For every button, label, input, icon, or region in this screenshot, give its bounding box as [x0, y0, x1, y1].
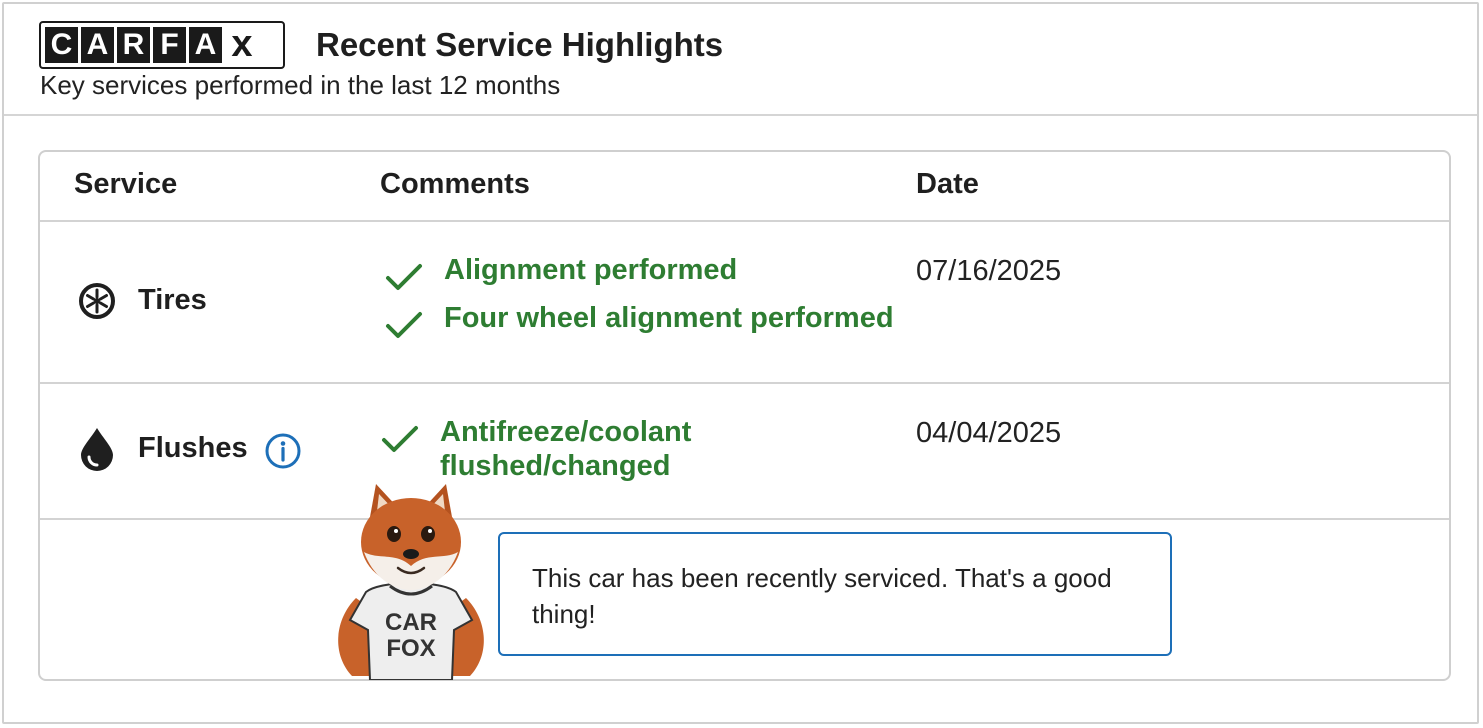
logo-letter: F: [153, 27, 186, 63]
logo-letter: R: [117, 27, 150, 63]
page-subtitle: Key services performed in the last 12 mo…: [40, 70, 561, 100]
tire-icon: [79, 283, 115, 319]
row-divider: [40, 382, 1449, 384]
column-header-comments: Comments: [380, 168, 530, 200]
check-icon: [382, 426, 418, 452]
service-date: 07/16/2025: [916, 255, 1062, 287]
logo-letter: C: [45, 27, 78, 63]
service-comment: Four wheel alignment performed: [444, 302, 894, 334]
info-icon[interactable]: [264, 432, 302, 470]
service-comment: Antifreeze/coolant flushed/changed: [440, 416, 692, 482]
service-comment: Alignment performed: [444, 254, 738, 286]
service-highlights-card: C A R F A x Recent Service Highlights Ke…: [2, 2, 1479, 724]
shirt-text: FOX: [386, 635, 435, 662]
service-message: This car has been recently serviced. Tha…: [498, 532, 1172, 656]
card-header: C A R F A x Recent Service Highlights Ke…: [4, 4, 1477, 116]
droplet-icon: [81, 428, 113, 471]
service-date: 04/04/2025: [916, 417, 1062, 449]
shirt-text: CAR: [385, 609, 437, 636]
service-name: Tires: [138, 284, 207, 316]
check-icon: [386, 312, 422, 338]
page-title: Recent Service Highlights: [316, 26, 724, 63]
row-divider: [40, 518, 1449, 520]
logo-letter: x: [225, 25, 259, 63]
header-divider: [40, 220, 1449, 222]
column-header-service: Service: [74, 168, 178, 200]
carfox-mascot: CAR FOX: [338, 484, 484, 680]
service-name: Flushes: [138, 432, 248, 464]
column-header-date: Date: [916, 168, 979, 200]
check-icon: [386, 264, 422, 290]
carfax-logo: C A R F A x: [39, 21, 285, 69]
service-table: Service Comments Date Tires Alignment pe…: [38, 150, 1451, 681]
logo-letter: A: [81, 27, 114, 63]
logo-letter: A: [189, 27, 222, 63]
